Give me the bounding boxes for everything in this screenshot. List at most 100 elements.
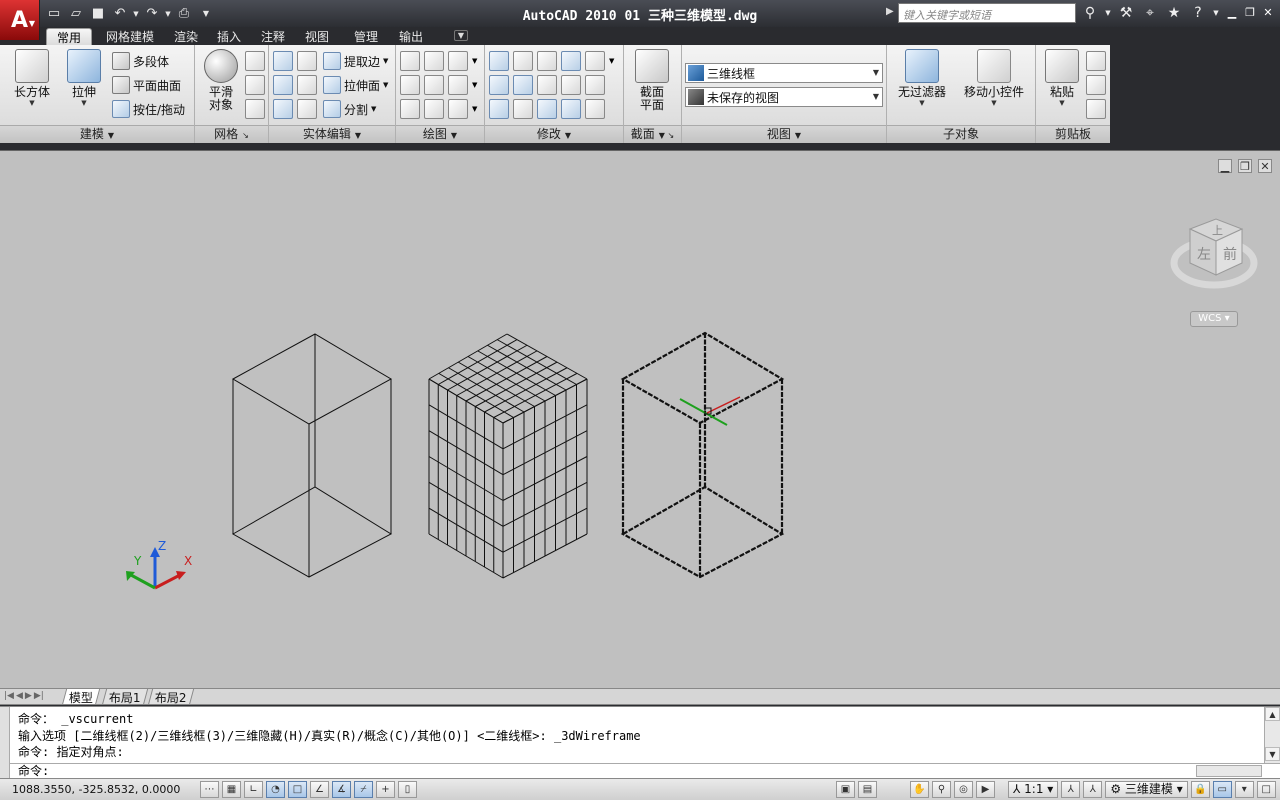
move-gizmo-button[interactable]: 移动小控件 ▼ (961, 49, 1027, 121)
mesh-add-icon[interactable] (245, 51, 265, 71)
redo-icon[interactable]: ↷ (142, 4, 162, 24)
more-icon[interactable]: ▼ (196, 4, 216, 24)
rotate-icon[interactable] (537, 75, 557, 95)
line-icon[interactable] (424, 75, 444, 95)
circle-icon[interactable] (448, 75, 468, 95)
print-icon[interactable]: ⎙ (174, 4, 194, 24)
model-space-icon[interactable]: ▣ (836, 781, 855, 798)
restore-icon[interactable]: ❐ (1242, 4, 1258, 20)
extrude-faces-button[interactable]: 拉伸面 ▼ (323, 74, 388, 96)
tab-home[interactable]: 常用 (46, 28, 93, 45)
erase-icon[interactable] (561, 99, 581, 119)
clean-screen-icon[interactable]: □ (1256, 781, 1276, 798)
polygon-icon[interactable] (400, 99, 420, 119)
visual-style-select[interactable]: 三维线框 ▼ (685, 63, 883, 83)
search-expand-icon[interactable]: ▶ (886, 6, 894, 17)
subtract-icon[interactable] (273, 75, 293, 95)
tab-view[interactable]: 视图 (303, 28, 331, 45)
copy-clip-icon[interactable] (1086, 75, 1106, 95)
saved-view-select[interactable]: 未保存的视图 ▼ (685, 87, 883, 107)
wrench-icon[interactable]: ⚒ (1116, 3, 1136, 23)
modify-dropdown-1-icon[interactable]: ▼ (609, 51, 617, 71)
arc-dropdown-icon[interactable]: ▼ (472, 51, 480, 71)
quick-view-layouts-icon[interactable]: ▤ (858, 781, 877, 798)
mesh-refine-icon[interactable] (245, 99, 265, 119)
drawing-canvas[interactable]: ▁ ❐ ✕ Z X Y 上 左 前 WCS ▾ (0, 150, 1280, 688)
annotation-scale-select[interactable]: ⅄ 1:1 ▾ (1008, 781, 1059, 798)
paste-button[interactable]: 粘贴 ▼ (1040, 49, 1084, 121)
command-scrollbar[interactable]: ▲ ▼ (1264, 707, 1280, 763)
panel-title-draw[interactable]: 绘图 ▼ (396, 125, 484, 143)
panel-title-subobject[interactable]: 子对象 (887, 125, 1035, 143)
ortho-toggle-icon[interactable]: ∟ (244, 781, 263, 798)
3dosnap-toggle-icon[interactable]: ∠ (310, 781, 329, 798)
layout-tab-model[interactable]: 模型 (61, 689, 101, 705)
offset-icon[interactable] (537, 99, 557, 119)
dropdown-icon[interactable]: ▼ (1104, 3, 1112, 23)
polysolid-button[interactable]: 多段体 (112, 50, 169, 72)
minimize-icon[interactable]: ▁ (1224, 4, 1240, 20)
ducs-toggle-icon[interactable]: ⌿ (354, 781, 373, 798)
cut-clip-icon[interactable] (1086, 51, 1106, 71)
showmotion-icon[interactable]: ▶ (976, 781, 995, 798)
scale-icon[interactable] (561, 75, 581, 95)
3d-align-icon[interactable] (513, 51, 533, 71)
trim-icon[interactable] (585, 75, 605, 95)
panel-title-section[interactable]: 截面 ▼ ↘ (624, 125, 681, 143)
hardware-accel-icon[interactable]: ▭ (1212, 781, 1232, 798)
prev-layout-icon[interactable]: ◀ (16, 691, 23, 701)
status-menu-icon[interactable]: ▾ (1234, 781, 1254, 798)
separate-button[interactable]: 分割 ▼ (323, 98, 376, 120)
application-menu-button[interactable]: A ▼ (0, 0, 40, 40)
lineweight-toggle-icon[interactable]: ▯ (398, 781, 417, 798)
panel-title-clipboard[interactable]: 剪贴板 (1036, 125, 1110, 143)
zoom-icon[interactable]: ⚲ (932, 781, 951, 798)
help-dropdown-icon[interactable]: ▼ (1212, 3, 1220, 23)
polyline-icon[interactable] (400, 51, 420, 71)
3d-array-icon[interactable] (513, 75, 533, 95)
coordinates-readout[interactable]: 1088.3550, -325.8532, 0.0000 (12, 783, 180, 796)
wcs-menu[interactable]: WCS ▾ (1190, 311, 1238, 327)
chamfer-icon[interactable] (585, 51, 605, 71)
viewcube-front-label[interactable]: 前 (1223, 246, 1237, 263)
tab-insert[interactable]: 插入 (215, 28, 243, 45)
polar-toggle-icon[interactable]: ◔ (266, 781, 285, 798)
help-icon[interactable]: ? (1188, 3, 1208, 23)
pan-icon[interactable]: ✋ (910, 781, 929, 798)
arc-icon[interactable] (448, 51, 468, 71)
3d-mirror-icon[interactable] (489, 75, 509, 95)
selected-wireframe-box[interactable] (620, 331, 785, 579)
viewcube[interactable]: 上 左 前 (1168, 217, 1264, 301)
dyn-toggle-icon[interactable]: + (376, 781, 395, 798)
3d-rotate-icon[interactable] (489, 51, 509, 71)
intersect-icon[interactable] (273, 99, 293, 119)
planar-surface-button[interactable]: 平面曲面 (112, 74, 181, 96)
panel-title-mesh[interactable]: 网格 ↘ (195, 125, 268, 143)
box-button[interactable]: 长方体 ▼ (10, 49, 54, 121)
tab-manage[interactable]: 管理 (352, 28, 380, 45)
lock-icon[interactable]: 🔒 (1190, 781, 1210, 798)
mesh-remove-icon[interactable] (245, 75, 265, 95)
undo-dropdown-icon[interactable]: ▼ (132, 4, 140, 24)
search-input[interactable]: 键入关键字或短语 (898, 3, 1076, 23)
presspull-button[interactable]: 按住/拖动 (112, 98, 185, 120)
tab-output[interactable]: 输出 (397, 28, 425, 45)
extrude-button[interactable]: 拉伸 ▼ (62, 49, 106, 121)
spline-icon[interactable] (400, 75, 420, 95)
star-icon[interactable]: ★ (1164, 3, 1184, 23)
cut-icon[interactable] (297, 75, 317, 95)
binoculars-icon[interactable]: ⚲ (1080, 3, 1100, 23)
otrack-toggle-icon[interactable]: ∡ (332, 781, 351, 798)
extrude-dropdown-icon[interactable]: ▼ (62, 99, 106, 107)
layout-tab-layout2[interactable]: 布局2 (147, 689, 194, 705)
grid-toggle-icon[interactable]: ▦ (222, 781, 241, 798)
3d-move-icon[interactable] (537, 51, 557, 71)
union-icon[interactable] (273, 51, 293, 71)
viewcube-left-label[interactable]: 左 (1197, 247, 1211, 263)
save-icon[interactable]: ■ (88, 4, 108, 24)
annotation-visibility-icon[interactable]: ⅄ (1061, 781, 1081, 798)
close-icon[interactable]: ✕ (1260, 4, 1276, 20)
new-icon[interactable]: ▭ (44, 4, 64, 24)
ellipse-icon[interactable] (448, 99, 468, 119)
next-layout-icon[interactable]: ▶ (25, 691, 32, 701)
